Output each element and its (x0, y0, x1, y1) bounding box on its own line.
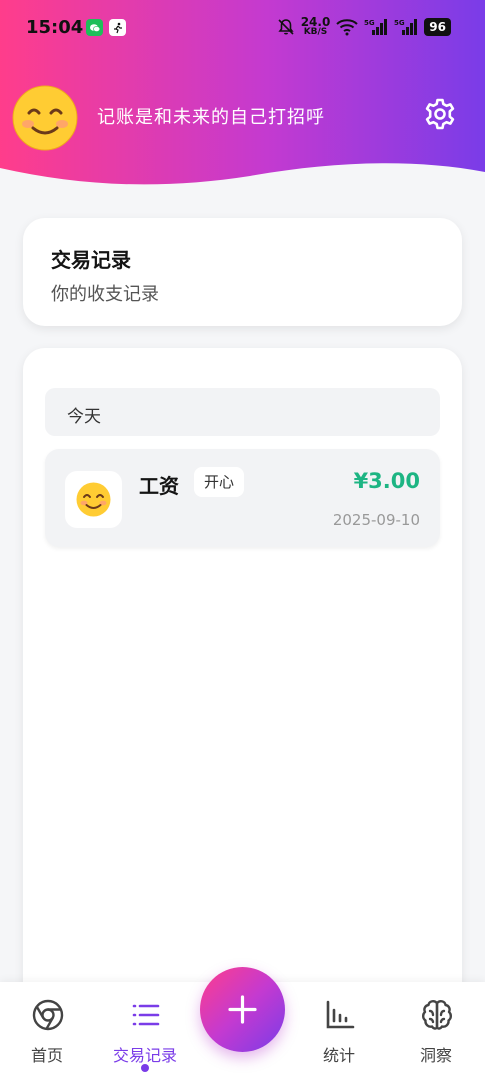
add-transaction-button[interactable] (200, 967, 285, 1052)
transaction-date: 2025-09-10 (332, 511, 420, 529)
bell-muted-icon (278, 18, 294, 35)
nav-item-insights[interactable]: 洞察 (391, 982, 481, 1080)
date-group-header: 今天 (45, 388, 440, 436)
list-icon (132, 1004, 160, 1026)
active-indicator-dot (141, 1064, 149, 1072)
wifi-icon (336, 18, 359, 35)
transaction-name: 工资 (139, 474, 179, 498)
transaction-mood-tag: 开心 (194, 467, 245, 497)
brain-icon (421, 1000, 453, 1030)
signal-2-label: 5G (394, 19, 405, 27)
network-speed: 24.0 KB/S (301, 16, 331, 37)
battery-indicator: 96 (424, 17, 451, 36)
status-bar: 15:04 24.0 KB/S 5G 5G 96 (0, 0, 485, 56)
page-title: 交易记录 (51, 248, 131, 272)
plus-icon (228, 995, 257, 1024)
smiling-face-icon (76, 482, 111, 517)
nav-item-stats[interactable]: 统计 (294, 982, 384, 1080)
nav-label-transactions: 交易记录 (112, 1046, 177, 1065)
signal-5g-icon-1: 5G (364, 18, 388, 35)
header-slogan: 记账是和未来的自己打招呼 (97, 107, 325, 128)
nav-label-home: 首页 (30, 1046, 63, 1065)
running-app-notification-icon (109, 19, 126, 36)
transaction-icon-box (65, 471, 122, 528)
nav-item-transactions[interactable]: 交易记录 (100, 982, 190, 1080)
status-right-group: 24.0 KB/S 5G 5G 96 (277, 16, 451, 37)
signal-1-label: 5G (364, 19, 375, 27)
bar-chart-icon (326, 1000, 355, 1029)
page-title-card: 交易记录 你的收支记录 (23, 218, 462, 326)
gear-icon[interactable] (423, 97, 457, 131)
header-wave-shape (0, 163, 485, 190)
page-subtitle: 你的收支记录 (51, 284, 159, 305)
avatar[interactable] (11, 84, 79, 152)
wechat-notification-icon (86, 19, 103, 36)
nav-item-home[interactable]: 首页 (2, 982, 92, 1080)
nav-label-insights: 洞察 (419, 1046, 452, 1065)
network-speed-unit: KB/S (303, 27, 328, 37)
transaction-item[interactable]: 工资 开心 ¥3.00 2025-09-10 (45, 449, 440, 547)
signal-5g-icon-2: 5G (394, 18, 418, 35)
chrome-circle-icon (32, 999, 64, 1031)
status-time: 15:04 (26, 17, 84, 38)
transaction-amount: ¥3.00 (353, 469, 420, 493)
nav-label-stats: 统计 (322, 1046, 355, 1065)
date-group-label: 今天 (67, 407, 101, 427)
